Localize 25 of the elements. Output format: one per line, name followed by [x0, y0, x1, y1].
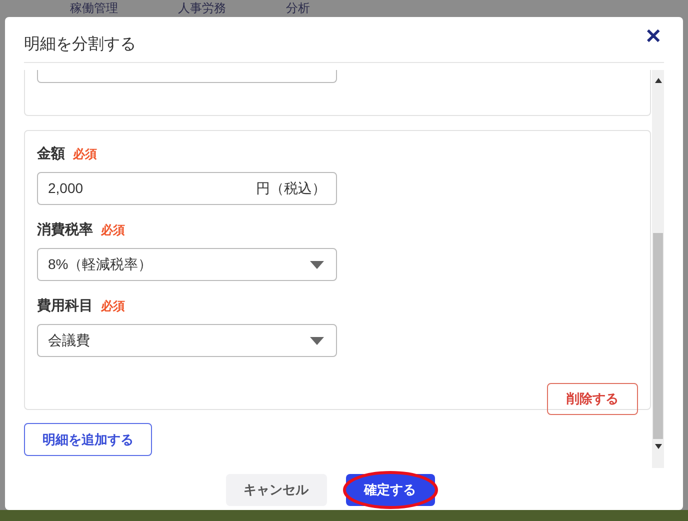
- field-value: 8%（軽減税率）: [48, 255, 152, 274]
- field-label: 消費税率: [37, 220, 93, 239]
- field-value: 会議費: [48, 331, 90, 350]
- delete-button[interactable]: 削除する: [547, 383, 638, 415]
- dialog-title: 明細を分割する: [24, 34, 136, 55]
- scrollbar-thumb[interactable]: [653, 233, 663, 439]
- close-button[interactable]: ✕: [645, 27, 662, 47]
- caret-icon: [310, 336, 324, 344]
- select-field[interactable]: [37, 70, 337, 83]
- field-label: 金額: [37, 144, 65, 163]
- scrollbar[interactable]: [652, 70, 664, 468]
- scroll-down-icon[interactable]: [654, 444, 662, 449]
- required-label: 必須: [101, 298, 125, 314]
- caret-icon: [310, 260, 324, 268]
- amount-field[interactable]: 2,000 円（税込）: [37, 172, 337, 205]
- required-label: 必須: [73, 146, 97, 162]
- cancel-button[interactable]: キャンセル: [226, 474, 326, 506]
- field-label: 費用科目: [37, 296, 93, 315]
- required-label: 必須: [101, 222, 125, 238]
- field-value: 2,000: [48, 179, 84, 198]
- select-field[interactable]: 8%（軽減税率）: [37, 248, 337, 281]
- select-field[interactable]: 会議費: [37, 324, 337, 357]
- unit-label: 円（税込）: [256, 179, 326, 198]
- scroll-up-icon[interactable]: [654, 78, 662, 83]
- add-item-button[interactable]: 明細を追加する: [24, 423, 152, 456]
